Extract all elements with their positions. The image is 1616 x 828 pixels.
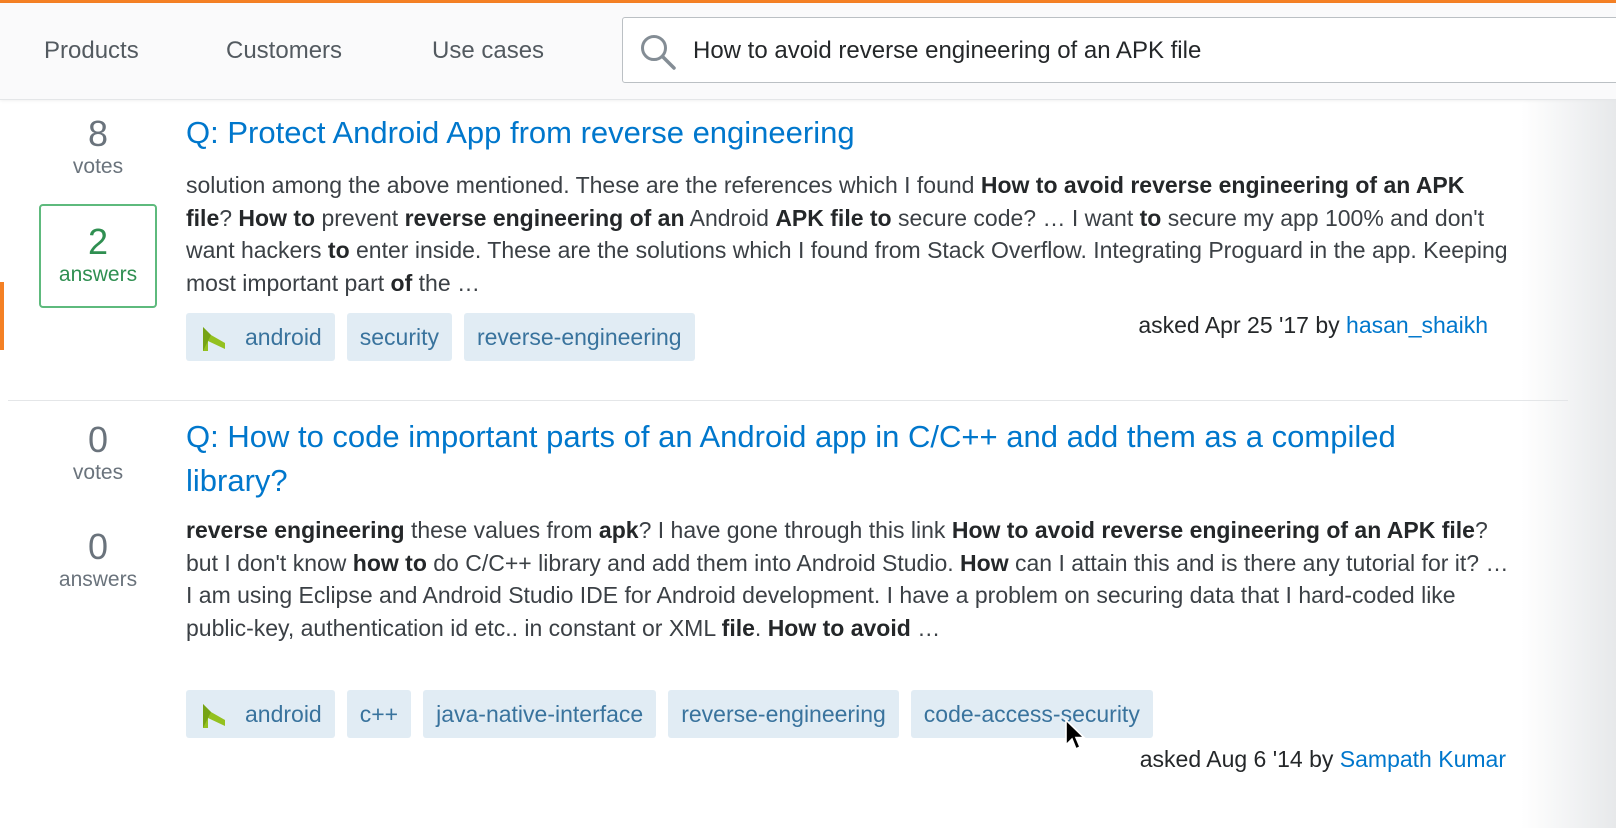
nav-use-cases[interactable]: Use cases — [432, 37, 544, 65]
excerpt-text: enter inside. These are the solutions wh… — [186, 237, 1508, 296]
tag-code-access-security[interactable]: code-access-security — [910, 690, 1153, 738]
vote-count-number: 0 — [87, 419, 109, 460]
mouse-cursor-icon — [1065, 718, 1086, 751]
excerpt-text: . — [754, 614, 768, 641]
tag-android[interactable]: android — [186, 313, 335, 361]
search-icon — [641, 35, 676, 70]
question-title-link[interactable]: Q: Protect Android App from reverse engi… — [186, 111, 1506, 155]
answer-count: 0 answers — [38, 527, 158, 593]
excerpt-text: prevent — [315, 204, 405, 231]
excerpt-keyword: How — [960, 549, 1009, 576]
tag-reverse-engineering[interactable]: reverse-engineering — [668, 690, 899, 738]
right-edge-shadow — [1521, 100, 1616, 828]
excerpt-keyword: How to avoid reverse engineering of an A… — [951, 517, 1475, 543]
excerpt-keyword: How to avoid — [767, 614, 911, 641]
search-result: 0 votes 0 answers Q: How to code importa… — [8, 402, 1568, 828]
excerpt-text: Android — [684, 204, 776, 231]
tag-label: reverse-engineering — [681, 701, 886, 727]
tag-c[interactable]: c++ — [346, 690, 412, 738]
vote-count: 8 votes — [38, 114, 158, 180]
asked-date: asked Aug 6 '14 by — [1139, 746, 1334, 772]
excerpt-text: ? I have gone through this link — [638, 517, 952, 543]
tag-list: android c++ java-native-interface reverse-e… — [186, 690, 1153, 738]
user-link[interactable]: hasan_shaikh — [1346, 312, 1488, 338]
top-navigation-bar: Products Customers Use cases — [0, 3, 1616, 100]
excerpt-text: … — [910, 614, 941, 641]
nav-products[interactable]: Products — [44, 37, 139, 65]
tag-label: code-access-security — [923, 701, 1140, 727]
question-excerpt: solution among the above mentioned. Thes… — [186, 169, 1516, 299]
excerpt-keyword: file — [721, 614, 755, 641]
answer-count-label: answers — [58, 263, 138, 286]
excerpt-text: secure code? … I want — [891, 204, 1140, 231]
excerpt-text: do C/C++ library and add them into Andro… — [426, 549, 961, 576]
excerpt-keyword: reverse engineering — [186, 517, 405, 543]
android-icon — [199, 322, 229, 352]
search-box[interactable] — [622, 17, 1616, 84]
search-result: 8 votes 2 answers Q: Protect Android App… — [8, 100, 1568, 401]
tag-label: android — [245, 701, 322, 727]
user-link[interactable]: Sampath Kumar — [1340, 746, 1506, 772]
vote-count: 0 votes — [38, 420, 158, 486]
asked-date: asked Apr 25 '17 by — [1138, 312, 1340, 338]
answer-count-number: 0 — [87, 526, 109, 567]
vote-count-number: 8 — [87, 113, 109, 154]
tag-list: android security reverse-engineering — [186, 313, 695, 361]
sidebar-edge-indicator — [0, 282, 4, 350]
excerpt-text: solution among the above mentioned. Thes… — [186, 172, 981, 198]
excerpt-keyword: of — [390, 269, 413, 296]
tag-label: reverse-engineering — [476, 324, 682, 350]
excerpt-text: ? — [219, 204, 239, 231]
tag-label: security — [359, 324, 439, 350]
excerpt-keyword: to — [1139, 204, 1162, 231]
question-title-link[interactable]: Q: How to code important parts of an And… — [186, 415, 1466, 503]
tag-reverse-engineering[interactable]: reverse-engineering — [463, 313, 695, 361]
tag-label: c++ — [359, 701, 399, 727]
vote-count-label: votes — [72, 155, 124, 178]
asked-info: asked Apr 25 '17 by hasan_shaikh — [1138, 312, 1488, 339]
answer-count-label: answers — [58, 568, 138, 591]
tag-java-native-interface[interactable]: java-native-interface — [423, 690, 657, 738]
excerpt-keyword: apk — [598, 517, 639, 543]
answer-count-number: 2 — [87, 221, 109, 262]
excerpt-text: these values from — [404, 517, 599, 543]
excerpt-keyword: APK file to — [775, 204, 892, 231]
android-icon — [199, 699, 229, 729]
excerpt-keyword: reverse engineering of an — [404, 204, 685, 231]
excerpt-keyword: how to — [352, 549, 427, 576]
excerpt-keyword: How to — [238, 204, 316, 231]
tag-label: java-native-interface — [436, 701, 644, 727]
tag-label: android — [245, 324, 322, 350]
excerpt-text: the … — [412, 269, 481, 296]
question-excerpt: reverse engineering these values from ap… — [186, 514, 1516, 644]
search-input[interactable] — [691, 18, 1595, 84]
excerpt-keyword: to — [327, 237, 350, 263]
tag-android[interactable]: android — [186, 690, 335, 738]
tag-security[interactable]: security — [346, 313, 452, 361]
answer-count-box: 2 answers — [39, 204, 157, 308]
vote-count-label: votes — [72, 461, 124, 484]
nav-customers[interactable]: Customers — [226, 37, 342, 65]
asked-info: asked Aug 6 '14 by Sampath Kumar — [1140, 746, 1506, 773]
